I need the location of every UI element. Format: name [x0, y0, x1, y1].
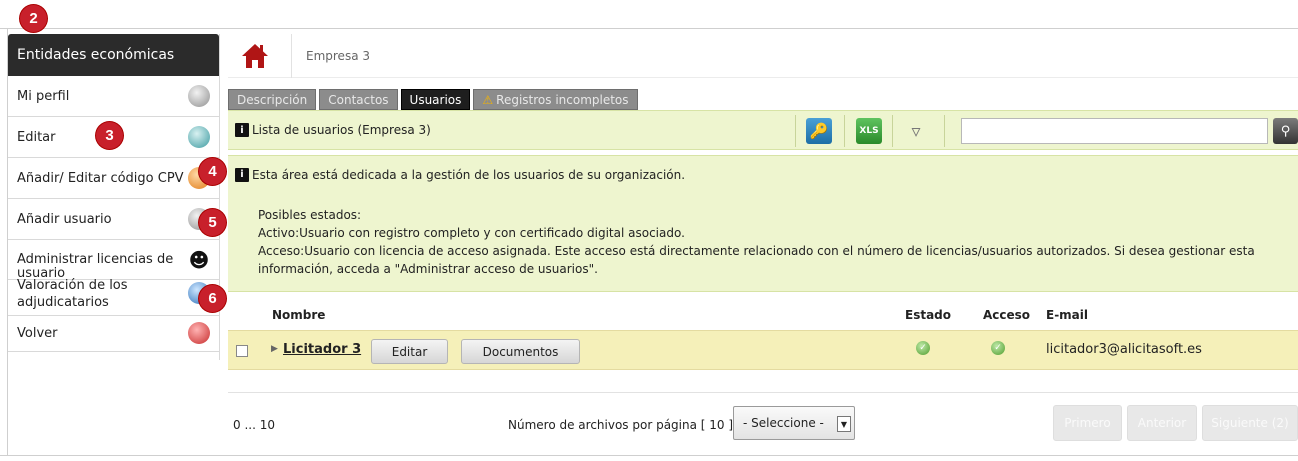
- select-value: - Seleccione -: [743, 416, 824, 430]
- tab-contactos[interactable]: Contactos: [319, 89, 398, 110]
- profile-icon: [188, 85, 210, 107]
- sidebar-item-label-2: adjudicatarios: [17, 295, 109, 310]
- sidebar-item-label: Editar: [17, 129, 56, 145]
- callout-6: 6: [199, 285, 226, 312]
- info-line: i Esta área está dedicada a la gestión d…: [235, 166, 1298, 184]
- states-title: Posibles estados:: [258, 208, 362, 222]
- callout-4: 4: [199, 158, 226, 185]
- sidebar-item-mi-perfil[interactable]: Mi perfil: [8, 76, 219, 117]
- toolbar-divider: [892, 115, 893, 147]
- sidebar-item-label: Administrar licencias de: [17, 252, 174, 267]
- sidebar-item-anadir-usuario[interactable]: Añadir usuario: [8, 199, 219, 240]
- sidebar-item-label: Añadir usuario: [17, 211, 112, 227]
- callout-5: 5: [199, 209, 226, 236]
- warning-icon: ⚠: [482, 92, 494, 107]
- app-frame: 2 3 4 5 6 Entidades económicas Mi perfil…: [0, 0, 1298, 461]
- sidebar-item-label: Volver: [17, 326, 58, 341]
- column-header-estado[interactable]: Estado: [905, 308, 951, 322]
- state-acceso-cont: información, acceda a "Administrar acces…: [258, 262, 598, 276]
- sidebar-item-label: Mi perfil: [17, 88, 70, 104]
- breadcrumb-separator: [278, 33, 292, 78]
- callout-3: 3: [96, 122, 123, 149]
- info-icon: i: [235, 168, 249, 182]
- filter-icon[interactable]: ▿: [903, 118, 929, 144]
- sidebar-item-valoracion[interactable]: Valoración de los adjudicatarios: [8, 278, 219, 316]
- row-checkbox[interactable]: [236, 345, 248, 357]
- callout-2: 2: [20, 5, 47, 32]
- tab-registros-incompletos[interactable]: ⚠ Registros incompletos: [473, 89, 638, 110]
- sidebar-item-volver[interactable]: Volver: [8, 316, 219, 352]
- state-acceso: Acceso:Usuario con licencia de acceso as…: [258, 244, 1255, 258]
- breadcrumb: Empresa 3: [228, 33, 1298, 78]
- per-page-select[interactable]: - Seleccione - ▼: [733, 406, 855, 440]
- table-row: ▶ Licitador 3 Editar Documentos ✓ ✓ lici…: [228, 330, 1298, 370]
- access-check-icon: ✓: [991, 341, 1005, 355]
- expand-arrow-icon[interactable]: ▶: [271, 344, 278, 354]
- top-divider: [0, 28, 1298, 29]
- column-header-email[interactable]: E-mail: [1046, 308, 1088, 322]
- search-input[interactable]: [961, 118, 1268, 144]
- chevron-down-icon: ▼: [837, 416, 851, 432]
- prev-page-button[interactable]: Anterior: [1127, 405, 1197, 441]
- first-page-button[interactable]: Primero: [1053, 405, 1122, 441]
- user-email: licitador3@alicitasoft.es: [1046, 342, 1202, 357]
- back-icon: [188, 322, 210, 344]
- breadcrumb-current: Empresa 3: [306, 48, 370, 63]
- sidebar-header: Entidades económicas: [8, 34, 219, 76]
- documents-button[interactable]: Documentos: [461, 339, 580, 364]
- sidebar: Entidades económicas Mi perfil Editar Añ…: [8, 34, 220, 360]
- tab-descripcion[interactable]: Descripción: [228, 89, 317, 110]
- edit-button[interactable]: Editar: [371, 339, 448, 364]
- info-icon: i: [235, 123, 249, 137]
- list-toolbar: i Lista de usuarios (Empresa 3) 🔑 XLS ▿ …: [228, 110, 1298, 150]
- per-page-label: Número de archivos por página [ 10 ]: [508, 418, 734, 432]
- excel-export-icon[interactable]: XLS: [856, 118, 882, 144]
- key-icon[interactable]: 🔑: [806, 118, 832, 144]
- state-activo: Activo:Usuario con registro completo y c…: [258, 226, 685, 240]
- tab-usuarios[interactable]: Usuarios: [400, 89, 471, 110]
- list-title: i Lista de usuarios (Empresa 3): [235, 123, 431, 137]
- sidebar-item-label: Añadir/ Editar código CPV: [17, 170, 184, 186]
- table-header: Nombre Estado Acceso E-mail: [228, 300, 1298, 330]
- column-header-acceso[interactable]: Acceso: [983, 308, 1030, 322]
- search-icon[interactable]: ⚲: [1273, 118, 1298, 144]
- home-icon[interactable]: [240, 41, 270, 71]
- next-page-button[interactable]: Siguiente (2): [1202, 405, 1298, 441]
- tab-bar: Descripción Contactos Usuarios ⚠ Registr…: [228, 89, 641, 110]
- info-text: Esta área está dedicada a la gestión de …: [252, 168, 686, 182]
- list-title-text: Lista de usuarios (Empresa 3): [252, 123, 431, 137]
- pagination-footer: 0 ... 10 Número de archivos por página […: [228, 392, 1298, 452]
- toolbar-divider: [944, 115, 945, 147]
- user-name-link[interactable]: Licitador 3: [283, 342, 361, 357]
- edit-icon: [188, 126, 210, 148]
- info-panel: i Esta área está dedicada a la gestión d…: [228, 155, 1298, 292]
- users-group-icon: ☻: [188, 248, 210, 272]
- column-header-nombre[interactable]: Nombre: [272, 308, 325, 322]
- toolbar-divider: [795, 115, 796, 147]
- toolbar-divider: [844, 115, 845, 147]
- page-range: 0 ... 10: [233, 418, 275, 432]
- status-check-icon: ✓: [916, 341, 930, 355]
- tab-label: Registros incompletos: [496, 92, 629, 107]
- sidebar-item-cpv[interactable]: Añadir/ Editar código CPV: [8, 158, 219, 199]
- bottom-divider: [0, 455, 1298, 456]
